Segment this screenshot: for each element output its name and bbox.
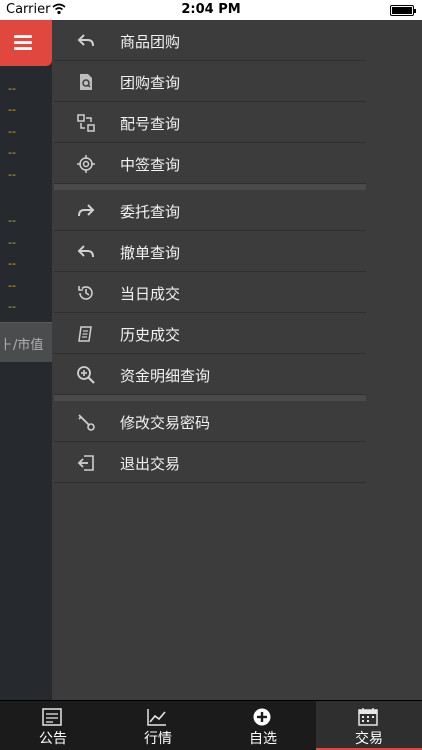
price-placeholder: -- bbox=[8, 82, 16, 95]
price-placeholder: -- bbox=[8, 236, 16, 249]
menu-item-group-buy[interactable]: 商品团购 bbox=[54, 20, 366, 61]
receipt-icon bbox=[78, 326, 92, 342]
menu-item-label: 资金明细查询 bbox=[120, 367, 211, 385]
price-placeholder: -- bbox=[8, 125, 16, 138]
menu-empty-area bbox=[366, 20, 422, 700]
tab-label: 行情 bbox=[144, 731, 172, 747]
menu-item-order-query[interactable]: 委托查询 bbox=[54, 190, 366, 231]
hamburger-icon bbox=[14, 35, 32, 38]
menu-item-label: 委托查询 bbox=[120, 203, 181, 221]
calendar-icon bbox=[358, 708, 378, 726]
price-placeholder: -- bbox=[8, 257, 16, 270]
tab-market[interactable]: 行情 bbox=[105, 701, 211, 750]
trade-menu: 商品团购 团购查询 配号查询 中签查询 委托查询 撤单查询 当日成交 历史成交 … bbox=[54, 20, 366, 483]
target-icon bbox=[77, 155, 95, 173]
menu-item-label: 中签查询 bbox=[120, 156, 181, 174]
price-placeholder: -- bbox=[8, 214, 16, 227]
tab-announcements[interactable]: 公告 bbox=[0, 701, 106, 750]
chart-icon bbox=[147, 709, 166, 726]
menu-item-label: 团购查询 bbox=[120, 74, 181, 92]
announcement-icon bbox=[42, 708, 62, 726]
price-placeholder: -- bbox=[8, 279, 16, 292]
menu-item-label: 商品团购 bbox=[120, 33, 181, 51]
menu-item-label: 当日成交 bbox=[120, 285, 181, 303]
history-icon bbox=[78, 286, 93, 300]
price-placeholder: -- bbox=[8, 168, 16, 181]
logout-icon bbox=[77, 455, 94, 471]
menu-item-today-deals[interactable]: 当日成交 bbox=[54, 272, 366, 313]
tab-label: 自选 bbox=[249, 731, 277, 747]
hamburger-bar bbox=[14, 47, 32, 50]
menu-item-label: 修改交易密码 bbox=[120, 414, 211, 432]
tab-trade[interactable]: 交易 bbox=[316, 701, 422, 750]
forward-icon bbox=[78, 204, 95, 217]
market-value-label: ⺊/市值 bbox=[0, 338, 44, 353]
menu-item-change-password[interactable]: 修改交易密码 bbox=[54, 401, 366, 442]
status-bar: Carrier 2:04 PM bbox=[0, 0, 422, 20]
undo-icon bbox=[77, 245, 94, 258]
reply-icon bbox=[77, 34, 94, 47]
menu-item-label: 退出交易 bbox=[120, 455, 181, 473]
battery-icon bbox=[390, 5, 416, 16]
hamburger-bar bbox=[14, 41, 32, 44]
tab-watchlist[interactable]: 自选 bbox=[210, 701, 316, 750]
price-placeholder: -- bbox=[8, 300, 16, 313]
price-placeholder: -- bbox=[8, 103, 16, 116]
tab-label: 公告 bbox=[39, 731, 67, 747]
market-value-header: ⺊/市值 bbox=[0, 322, 52, 362]
menu-item-fund-detail[interactable]: 资金明细查询 bbox=[54, 354, 366, 395]
menu-item-number-query[interactable]: 配号查询 bbox=[54, 102, 366, 143]
tab-bar: 公告 行情 自选 交易 bbox=[0, 700, 422, 750]
document-search-icon bbox=[80, 74, 92, 90]
zoom-in-icon bbox=[77, 366, 95, 384]
menu-item-label: 历史成交 bbox=[120, 326, 181, 344]
menu-item-label: 配号查询 bbox=[120, 115, 181, 133]
menu-item-label: 撤单查询 bbox=[120, 244, 181, 262]
key-icon bbox=[78, 414, 95, 431]
menu-toggle-button[interactable] bbox=[0, 20, 52, 66]
menu-item-logout[interactable]: 退出交易 bbox=[54, 442, 366, 483]
menu-item-history-deals[interactable]: 历史成交 bbox=[54, 313, 366, 354]
status-time: 2:04 PM bbox=[181, 2, 241, 17]
menu-item-lottery-query[interactable]: 中签查询 bbox=[54, 143, 366, 184]
tab-label: 交易 bbox=[355, 731, 383, 747]
menu-item-group-buy-query[interactable]: 团购查询 bbox=[54, 61, 366, 102]
price-placeholder: -- bbox=[8, 146, 16, 159]
number-match-icon bbox=[77, 114, 95, 132]
add-circle-icon bbox=[253, 708, 271, 726]
menu-item-cancel-query[interactable]: 撤单查询 bbox=[54, 231, 366, 272]
